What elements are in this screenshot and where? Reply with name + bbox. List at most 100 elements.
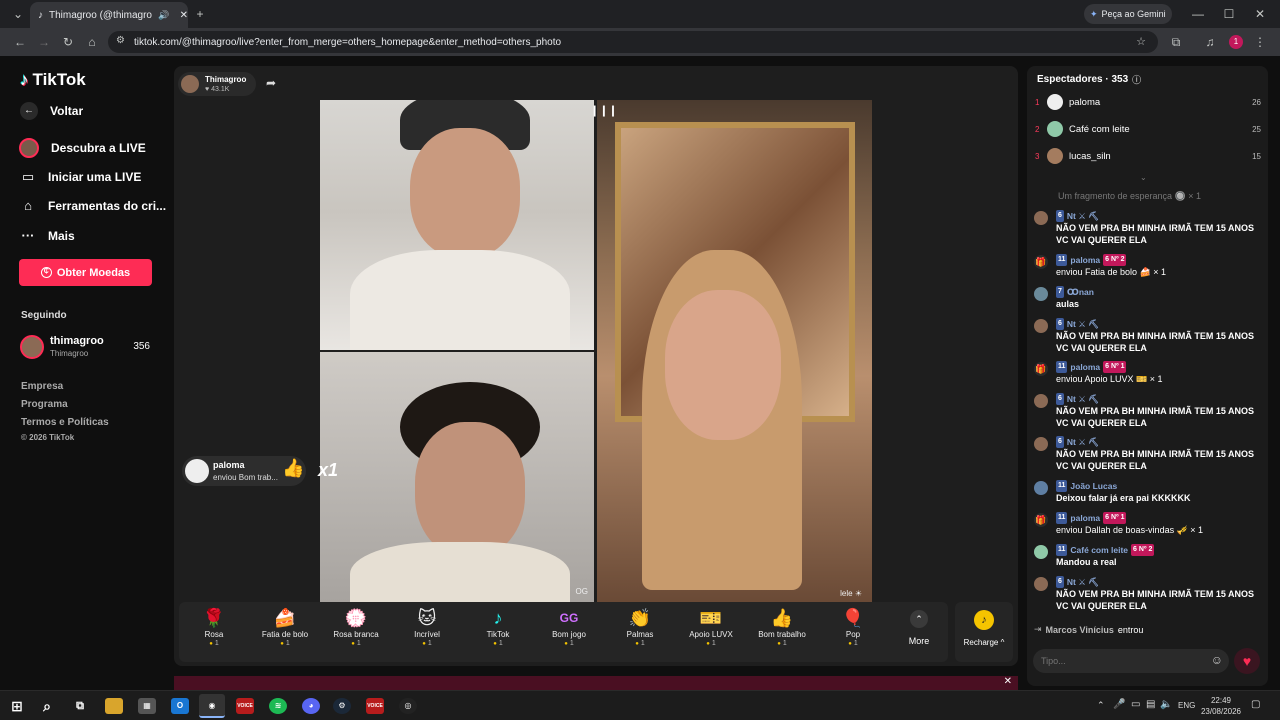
gift-white-rose[interactable]: 💮 Rosa branca1 <box>321 606 391 647</box>
avatar[interactable] <box>1034 437 1048 451</box>
battery-icon[interactable]: ▭ <box>1131 699 1140 710</box>
windows-start-icon[interactable]: ⊞ <box>8 698 26 714</box>
more-gifts-button[interactable]: ⌃ More <box>891 610 947 646</box>
obs-icon[interactable]: ◎ <box>399 698 417 714</box>
gift-price: 1 <box>605 640 675 647</box>
minimize-icon[interactable]: — <box>1190 7 1206 21</box>
gift-pop[interactable]: 🎈 Pop1 <box>818 606 888 647</box>
gift-good-job[interactable]: 👍 Bom trabalho1 <box>747 606 817 647</box>
sidebar-item-start-live[interactable]: ▭ Iniciar uma LIVE <box>20 169 142 185</box>
footer-link-program[interactable]: Programa <box>21 399 68 410</box>
home-icon[interactable]: ⌂ <box>84 35 100 49</box>
chat-username[interactable]: Nt ⚔ ⛏ <box>1067 318 1099 330</box>
chat-input[interactable] <box>1041 653 1201 669</box>
microphone-icon[interactable]: 🎤 <box>1113 699 1125 710</box>
like-heart-button[interactable]: ♥ <box>1234 648 1260 674</box>
gemini-sparkle-icon: ✦ <box>1090 8 1098 19</box>
site-info-icon[interactable]: ⚙ <box>116 35 125 46</box>
reload-icon[interactable]: ↻ <box>60 35 76 49</box>
gift-incredible[interactable]: 🐱 Incrível1 <box>392 606 462 647</box>
chat-username[interactable]: Nt ⚔ ⛏ <box>1067 436 1099 448</box>
recharge-button[interactable]: ♪ Recharge ^ <box>955 602 1013 662</box>
volume-icon[interactable]: 🔈 <box>1160 699 1172 710</box>
following-account[interactable]: thimagroo Thimagroo 356 <box>20 334 152 360</box>
chat-username[interactable]: paloma <box>1070 512 1100 524</box>
spotify-icon[interactable]: ≋ <box>269 698 287 714</box>
voicemeeter-icon[interactable]: VOICE <box>236 698 254 714</box>
search-icon[interactable]: ⌕ <box>38 698 56 714</box>
sidebar-item-discover-live[interactable]: Descubra a LIVE <box>19 138 146 158</box>
emoji-icon[interactable]: ☺ <box>1211 653 1223 667</box>
close-window-icon[interactable]: ✕ <box>1252 7 1268 21</box>
chrome-icon[interactable]: ◉ <box>199 694 225 718</box>
task-view-icon[interactable]: ⧉ <box>71 698 89 714</box>
avatar <box>1047 94 1063 110</box>
maximize-icon[interactable]: ☐ <box>1221 7 1237 21</box>
tab-search-icon[interactable]: ⌄ <box>10 7 26 21</box>
join-user[interactable]: Marcos Vinícius <box>1046 625 1114 635</box>
avatar[interactable] <box>1034 211 1048 225</box>
gift-applause[interactable]: 👏 Palmas1 <box>605 606 675 647</box>
info-icon[interactable]: ⓘ <box>1132 73 1141 86</box>
footer-link-company[interactable]: Empresa <box>21 381 63 392</box>
host-chip[interactable]: Thimagroo ♥ 43.1K <box>178 72 256 96</box>
gift-tiktok[interactable]: ♪ TikTok1 <box>463 606 533 647</box>
chat-username[interactable]: Nt ⚔ ⛏ <box>1067 210 1099 222</box>
tiktok-logo[interactable]: ♪ TikTok <box>20 70 86 90</box>
avatar[interactable] <box>1034 481 1048 495</box>
outlook-icon[interactable]: O <box>171 698 189 714</box>
browser-menu-icon[interactable]: ⋮ <box>1252 35 1268 49</box>
more-label: More <box>908 636 930 646</box>
file-explorer-icon[interactable] <box>105 698 123 714</box>
clock[interactable]: 22:49 23/08/2026 <box>1200 695 1242 717</box>
chat-username[interactable]: Nt ⚔ ⛏ <box>1067 576 1099 588</box>
back-button[interactable]: ← Voltar <box>20 102 83 120</box>
get-coins-button[interactable]: ₵ Obter Moedas <box>19 259 152 286</box>
back-arrow-icon[interactable]: ← <box>12 35 28 49</box>
viewer-row[interactable]: 1 paloma 26 <box>1035 94 1261 110</box>
avatar[interactable] <box>1034 287 1048 301</box>
chat-text: NÃO VEM PRA BH MINHA IRMÃ TEM 15 ANOS VC… <box>1056 406 1255 428</box>
chat-username[interactable]: Ꝏnan <box>1067 286 1094 298</box>
store-icon[interactable]: ▦ <box>138 698 156 714</box>
gift-rose[interactable]: 🌹 Rosa1 <box>179 606 249 647</box>
avatar[interactable] <box>1034 394 1048 408</box>
new-tab-button[interactable]: + <box>192 7 208 21</box>
gift-luvx-support[interactable]: 🎫 Apoio LUVX1 <box>676 606 746 647</box>
steam-icon[interactable]: ⚙ <box>333 698 351 714</box>
avatar[interactable] <box>1034 545 1048 559</box>
chat-username[interactable]: Nt ⚔ ⛏ <box>1067 393 1099 405</box>
tab-close-icon[interactable]: ✕ <box>180 10 188 21</box>
chevron-down-icon[interactable]: ⌄ <box>1140 173 1147 182</box>
profile-avatar[interactable]: 1 <box>1229 35 1243 49</box>
avatar[interactable] <box>1034 319 1048 333</box>
language-indicator[interactable]: ENG <box>1178 701 1195 710</box>
avatar[interactable] <box>1034 577 1048 591</box>
audio-icon[interactable]: 🔊 <box>158 10 169 21</box>
forward-arrow-icon[interactable]: → <box>36 35 52 49</box>
chat-username[interactable]: paloma <box>1070 361 1100 373</box>
bookmark-star-icon[interactable]: ☆ <box>1136 35 1146 48</box>
address-bar[interactable]: ⚙ tiktok.com/@thimagroo/live?enter_from_… <box>108 31 1158 53</box>
tab-tiktok[interactable]: ♪ Thimagroo (@thimagroo) o 🔊 ✕ <box>30 2 188 28</box>
sidebar-item-more[interactable]: ··· Mais <box>20 228 75 243</box>
share-arrow-icon[interactable]: ➦ <box>266 76 276 90</box>
extensions-icon[interactable]: ⧉ <box>1168 35 1184 49</box>
media-control-icon[interactable]: ♫ <box>1202 35 1218 49</box>
notification-icon[interactable]: ▢ <box>1251 699 1260 710</box>
footer-link-terms[interactable]: Termos e Políticas <box>21 417 109 428</box>
banner-close-icon[interactable]: ✕ <box>1004 676 1012 687</box>
sidebar-item-creator-tools[interactable]: ⌂ Ferramentas do cri... <box>20 198 166 213</box>
chat-username[interactable]: Café com leite <box>1070 544 1128 556</box>
voicemeeter-icon[interactable]: VOICE <box>366 698 384 714</box>
chevron-up-icon[interactable]: ⌃ <box>1097 700 1105 711</box>
gift-cake-slice[interactable]: 🍰 Fatia de bolo1 <box>250 606 320 647</box>
chat-username[interactable]: paloma <box>1070 254 1100 266</box>
viewer-row[interactable]: 3 lucas_siln 15 <box>1035 148 1261 164</box>
gift-good-game[interactable]: GG Bom jogo1 <box>534 606 604 647</box>
viewer-row[interactable]: 2 Café com leite 25 <box>1035 121 1261 137</box>
network-icon[interactable]: ▤ <box>1146 699 1155 710</box>
discord-icon[interactable]: ◕ <box>302 698 320 714</box>
chat-username[interactable]: João Lucas <box>1070 480 1117 492</box>
gemini-button[interactable]: ✦ Peça ao Gemini <box>1084 4 1172 24</box>
